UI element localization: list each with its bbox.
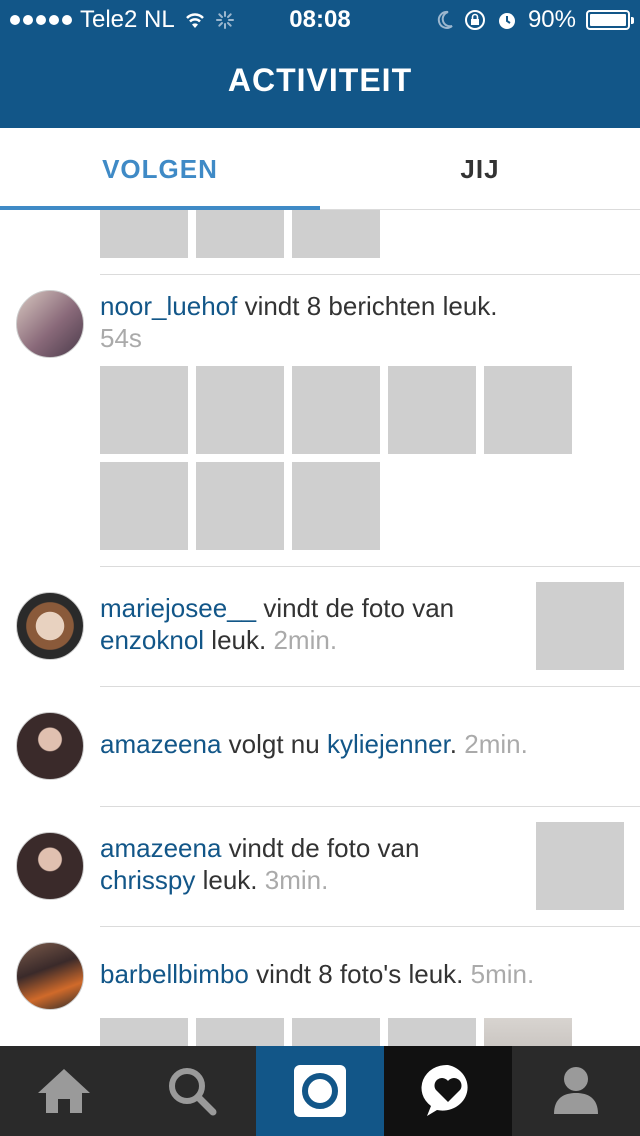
username-link[interactable]: chrisspy <box>100 865 195 895</box>
post-thumbnail[interactable] <box>100 1018 188 1046</box>
avatar[interactable] <box>16 592 84 660</box>
username-link[interactable]: enzoknol <box>100 625 204 655</box>
divider <box>100 274 640 275</box>
camera-icon <box>294 1065 346 1117</box>
post-thumbnail[interactable] <box>388 366 476 454</box>
nav-home[interactable] <box>0 1046 128 1136</box>
post-thumbnail[interactable] <box>292 210 380 258</box>
post-thumbnail[interactable] <box>196 462 284 550</box>
post-thumbnail[interactable] <box>388 1018 476 1046</box>
activity-text: vindt de foto van <box>256 593 455 623</box>
post-thumbnail[interactable] <box>100 462 188 550</box>
home-icon <box>38 1069 90 1113</box>
timestamp: 54s <box>100 323 142 353</box>
nav-activity[interactable] <box>384 1046 512 1136</box>
post-thumbnail[interactable] <box>536 822 624 910</box>
username-link[interactable]: barbellbimbo <box>100 959 249 989</box>
post-thumbnail[interactable] <box>292 462 380 550</box>
activity-text: leuk. <box>195 865 258 895</box>
divider <box>100 806 640 807</box>
post-thumbnail[interactable] <box>100 366 188 454</box>
username-link[interactable]: amazeena <box>100 729 221 759</box>
username-link[interactable]: amazeena <box>100 833 221 863</box>
post-thumbnail[interactable] <box>292 366 380 454</box>
list-item-text: mariejosee__ vindt de foto van enzoknol … <box>100 592 520 656</box>
divider <box>100 686 640 687</box>
alarm-icon <box>498 13 515 29</box>
tab-bar: VOLGEN JIJ <box>0 128 640 210</box>
avatar[interactable] <box>16 942 84 1010</box>
post-thumbnail[interactable] <box>100 210 188 258</box>
profile-icon <box>554 1067 598 1114</box>
rotation-lock-icon <box>464 10 485 30</box>
list-item-text: amazeena volgt nu kyliejenner. 2min. <box>100 728 630 760</box>
heart-bubble-icon <box>421 1064 468 1116</box>
tab-volgen[interactable]: VOLGEN <box>0 128 320 210</box>
post-thumbnail[interactable] <box>536 582 624 670</box>
page-title: ACTIVITEIT <box>227 62 413 98</box>
divider <box>100 566 640 567</box>
timestamp: 2min. <box>273 625 338 655</box>
post-thumbnail[interactable] <box>292 1018 380 1046</box>
nav-profile[interactable] <box>512 1046 640 1136</box>
divider <box>100 926 640 927</box>
activity-text: volgt nu <box>221 729 327 759</box>
activity-text: vindt 8 foto's leuk. <box>248 959 464 989</box>
activity-text: vindt 8 berichten leuk. <box>237 291 498 321</box>
list-item-text: amazeena vindt de foto van chrisspy leuk… <box>100 832 520 896</box>
avatar[interactable] <box>16 832 84 900</box>
post-thumbnail[interactable] <box>196 1018 284 1046</box>
nav-camera[interactable] <box>256 1046 384 1136</box>
timestamp: 5min. <box>470 959 535 989</box>
avatar[interactable] <box>16 290 84 358</box>
list-item-text: barbellbimbo vindt 8 foto's leuk. 5min. <box>100 958 630 990</box>
nav-search[interactable] <box>128 1046 256 1136</box>
timestamp: 2min. <box>464 729 528 759</box>
post-thumbnail[interactable] <box>196 210 284 258</box>
moon-icon <box>437 10 453 29</box>
list-item-text: noor_luehof vindt 8 berichten leuk. 54s <box>100 290 500 354</box>
username-link[interactable]: mariejosee__ <box>100 593 256 623</box>
battery-percent: 90% <box>527 6 576 33</box>
status-right: 90% <box>436 6 634 34</box>
status-bar: Tele2 NL 08:08 90% <box>0 0 640 40</box>
activity-feed[interactable]: noor_luehof vindt 8 berichten leuk. 54s … <box>0 210 640 1046</box>
timestamp: 3min. <box>264 865 329 895</box>
top-bar: Tele2 NL 08:08 90% ACTIVITEIT <box>0 0 640 128</box>
username-link[interactable]: kyliejenner <box>327 729 450 759</box>
activity-text: leuk. <box>204 625 267 655</box>
search-icon <box>169 1068 217 1116</box>
tab-jij[interactable]: JIJ <box>320 128 640 210</box>
username-link[interactable]: noor_luehof <box>100 291 237 321</box>
activity-text: . <box>449 729 458 759</box>
post-thumbnail[interactable] <box>196 366 284 454</box>
bottom-nav <box>0 1046 640 1136</box>
avatar[interactable] <box>16 712 84 780</box>
activity-text: vindt de foto van <box>221 833 420 863</box>
battery-icon <box>586 10 634 30</box>
post-thumbnail[interactable] <box>484 1018 572 1046</box>
post-thumbnail[interactable] <box>484 366 572 454</box>
